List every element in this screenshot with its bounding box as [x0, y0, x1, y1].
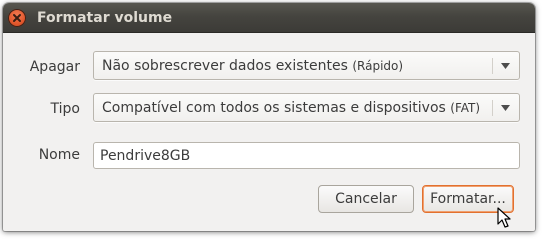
name-label: Nome — [38, 147, 80, 163]
window-title: Formatar volume — [37, 10, 173, 26]
title-bar: Formatar volume — [3, 3, 535, 33]
erase-dropdown[interactable]: Não sobrescrever dados existentes (Rápid… — [93, 51, 520, 80]
format-volume-dialog: Formatar volume Apagar Não sobrescrever … — [3, 3, 535, 231]
type-label: Tipo — [50, 101, 80, 117]
type-value: Compatível com todos os sistemas e dispo… — [102, 100, 446, 116]
mouse-pointer-icon — [497, 207, 511, 228]
erase-selected: Não sobrescrever dados existentes (Rápid… — [102, 58, 403, 74]
close-icon — [13, 14, 21, 22]
chevron-down-icon — [501, 105, 510, 111]
name-field[interactable] — [93, 142, 520, 169]
close-button[interactable] — [8, 9, 26, 27]
erase-label: Apagar — [29, 59, 80, 75]
erase-hint: (Rápido) — [352, 59, 404, 73]
chevron-down-icon — [501, 63, 510, 69]
cancel-button[interactable]: Cancelar — [318, 185, 414, 213]
type-selected: Compatível com todos os sistemas e dispo… — [102, 100, 480, 116]
type-hint: (FAT) — [450, 101, 481, 115]
erase-value: Não sobrescrever dados existentes — [102, 58, 348, 74]
dropdown-separator — [492, 58, 493, 74]
dropdown-separator — [492, 100, 493, 116]
type-dropdown[interactable]: Compatível com todos os sistemas e dispo… — [93, 93, 520, 122]
